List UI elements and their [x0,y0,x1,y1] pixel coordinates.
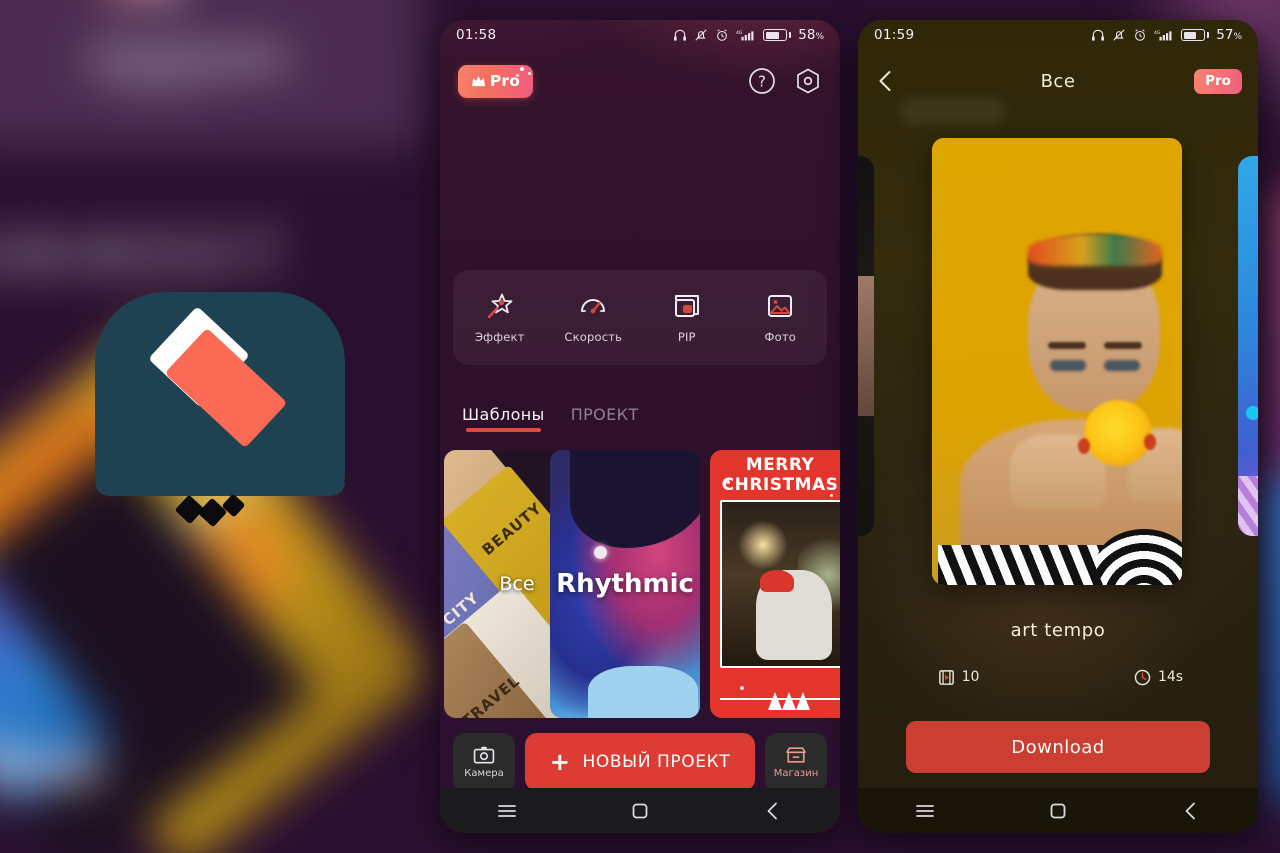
background-bottom-text: Doo [0,730,103,800]
quick-tools-panel: Эффект Скорость PIP Фото [453,270,827,365]
background-label-blur-2 [108,76,208,90]
wondershare-logo [174,493,267,529]
template-card-christmas[interactable]: MERRY CHRISTMAS [710,450,840,718]
middle-statusbar: 01:58 4G 58% [440,20,840,50]
clip-count-item: 10 [858,668,1058,687]
right-phone-screenshot: 01:59 4G 57% Все Pro art tempo 10 14s Do… [858,20,1258,833]
background-right-blue [1270,480,1280,800]
background-big-title: ЭФФЕКТ [0,220,286,294]
download-button[interactable]: Download [906,721,1210,773]
new-project-label: НОВЫЙ ПРОЕКТ [582,752,731,772]
background-divider [0,148,380,151]
tab-project[interactable]: ПРОЕКТ [571,405,639,432]
camera-icon [473,746,495,763]
battery-icon [1181,29,1210,41]
bell-muted-icon [1113,29,1125,41]
menu-icon[interactable] [914,800,936,822]
tool-photo[interactable]: Фото [734,291,828,344]
right-header: Все Pro [858,50,1258,124]
duration-value: 14s [1157,669,1184,685]
help-icon[interactable]: ? [748,67,776,95]
middle-topbar: Pro ? [440,50,840,112]
picture-in-picture-icon [674,295,699,317]
battery-percent: 57% [1216,27,1242,43]
bottom-action-bar: Камера + НОВЫЙ ПРОЕКТ Магазин [440,733,840,791]
magic-wand-star-icon [487,293,513,319]
signal-4g-icon: 4G [1154,30,1172,41]
background-label-blur [88,45,288,73]
new-project-button[interactable]: + НОВЫЙ ПРОЕКТ [525,733,755,791]
tool-pip-label: PIP [677,330,696,344]
carousel-prev-card[interactable] [858,156,874,536]
back-icon[interactable] [762,800,784,822]
bell-muted-icon [695,29,707,41]
template-card-rhythmic-label: Rhythmic [556,569,694,599]
back-icon[interactable] [1180,800,1202,822]
headphones-icon [1092,29,1105,41]
template-meta: 10 14s [858,664,1258,690]
film-clip-icon [938,669,954,685]
christmas-photo [720,500,840,668]
camera-button[interactable]: Камера [453,733,515,791]
christmas-footer [720,688,840,710]
template-card-rhythmic[interactable]: Rhythmic [550,450,700,718]
clock-icon [1134,669,1151,685]
alarm-icon [717,29,728,41]
right-statusbar: 01:59 4G 57% [858,20,1258,50]
background-magic-wand-icon [90,0,200,15]
tool-speed-label: Скорость [564,330,623,344]
photo-icon [768,295,793,317]
status-time: 01:59 [874,27,915,43]
store-button[interactable]: Магазин [765,733,827,791]
filmora-app-icon [95,292,345,537]
alarm-icon [1135,29,1146,41]
tool-photo-label: Фото [764,330,796,344]
tool-effect[interactable]: Эффект [453,291,547,344]
tool-pip[interactable]: PIP [640,291,734,344]
camera-label: Камера [464,767,504,779]
svg-text:?: ? [758,73,766,91]
status-time: 01:58 [456,27,497,43]
crown-icon [471,76,485,87]
home-icon[interactable] [629,800,651,822]
store-icon [786,746,806,763]
tool-effect-label: Эффект [474,330,525,344]
svg-text:4G: 4G [1154,30,1161,36]
tool-speed[interactable]: Скорость [547,291,641,344]
middle-phone-screenshot: 01:58 4G 58% Pro ? Эффект Скорость PIP Ф… [440,20,840,833]
carousel-next-card[interactable] [1238,156,1258,536]
clip-count-value: 10 [961,669,980,685]
header-ghost-blur [900,98,1005,124]
menu-icon[interactable] [496,800,518,822]
battery-percent: 58% [798,27,824,43]
pro-upgrade-button[interactable]: Pro [1194,68,1242,94]
plus-icon: + [549,748,571,776]
svg-text:4G: 4G [736,30,743,36]
content-tabs: Шаблоны ПРОЕКТ [462,405,639,432]
home-icon[interactable] [1047,800,1069,822]
app-icon-shape [95,292,345,496]
pro-upgrade-button[interactable]: Pro [458,64,533,98]
tab-templates[interactable]: Шаблоны [462,405,545,432]
duration-item: 14s [1058,668,1258,687]
store-label: Магазин [773,767,819,779]
middle-navbar [440,788,840,833]
background-tools-panel [0,0,425,150]
right-navbar [858,788,1258,833]
speedometer-icon [581,299,606,314]
template-preview-card[interactable] [932,138,1182,585]
signal-4g-icon: 4G [736,30,754,41]
template-name: art tempo [1010,620,1106,641]
template-carousel [858,120,1258,585]
settings-icon[interactable] [794,67,822,95]
battery-icon [763,29,792,41]
headphones-icon [674,29,687,41]
christmas-heading: MERRY CHRISTMAS [721,455,839,495]
template-cards-row: BEAUTY CITY TRAVEL Все Rhythmic MERRY CH… [440,450,840,718]
